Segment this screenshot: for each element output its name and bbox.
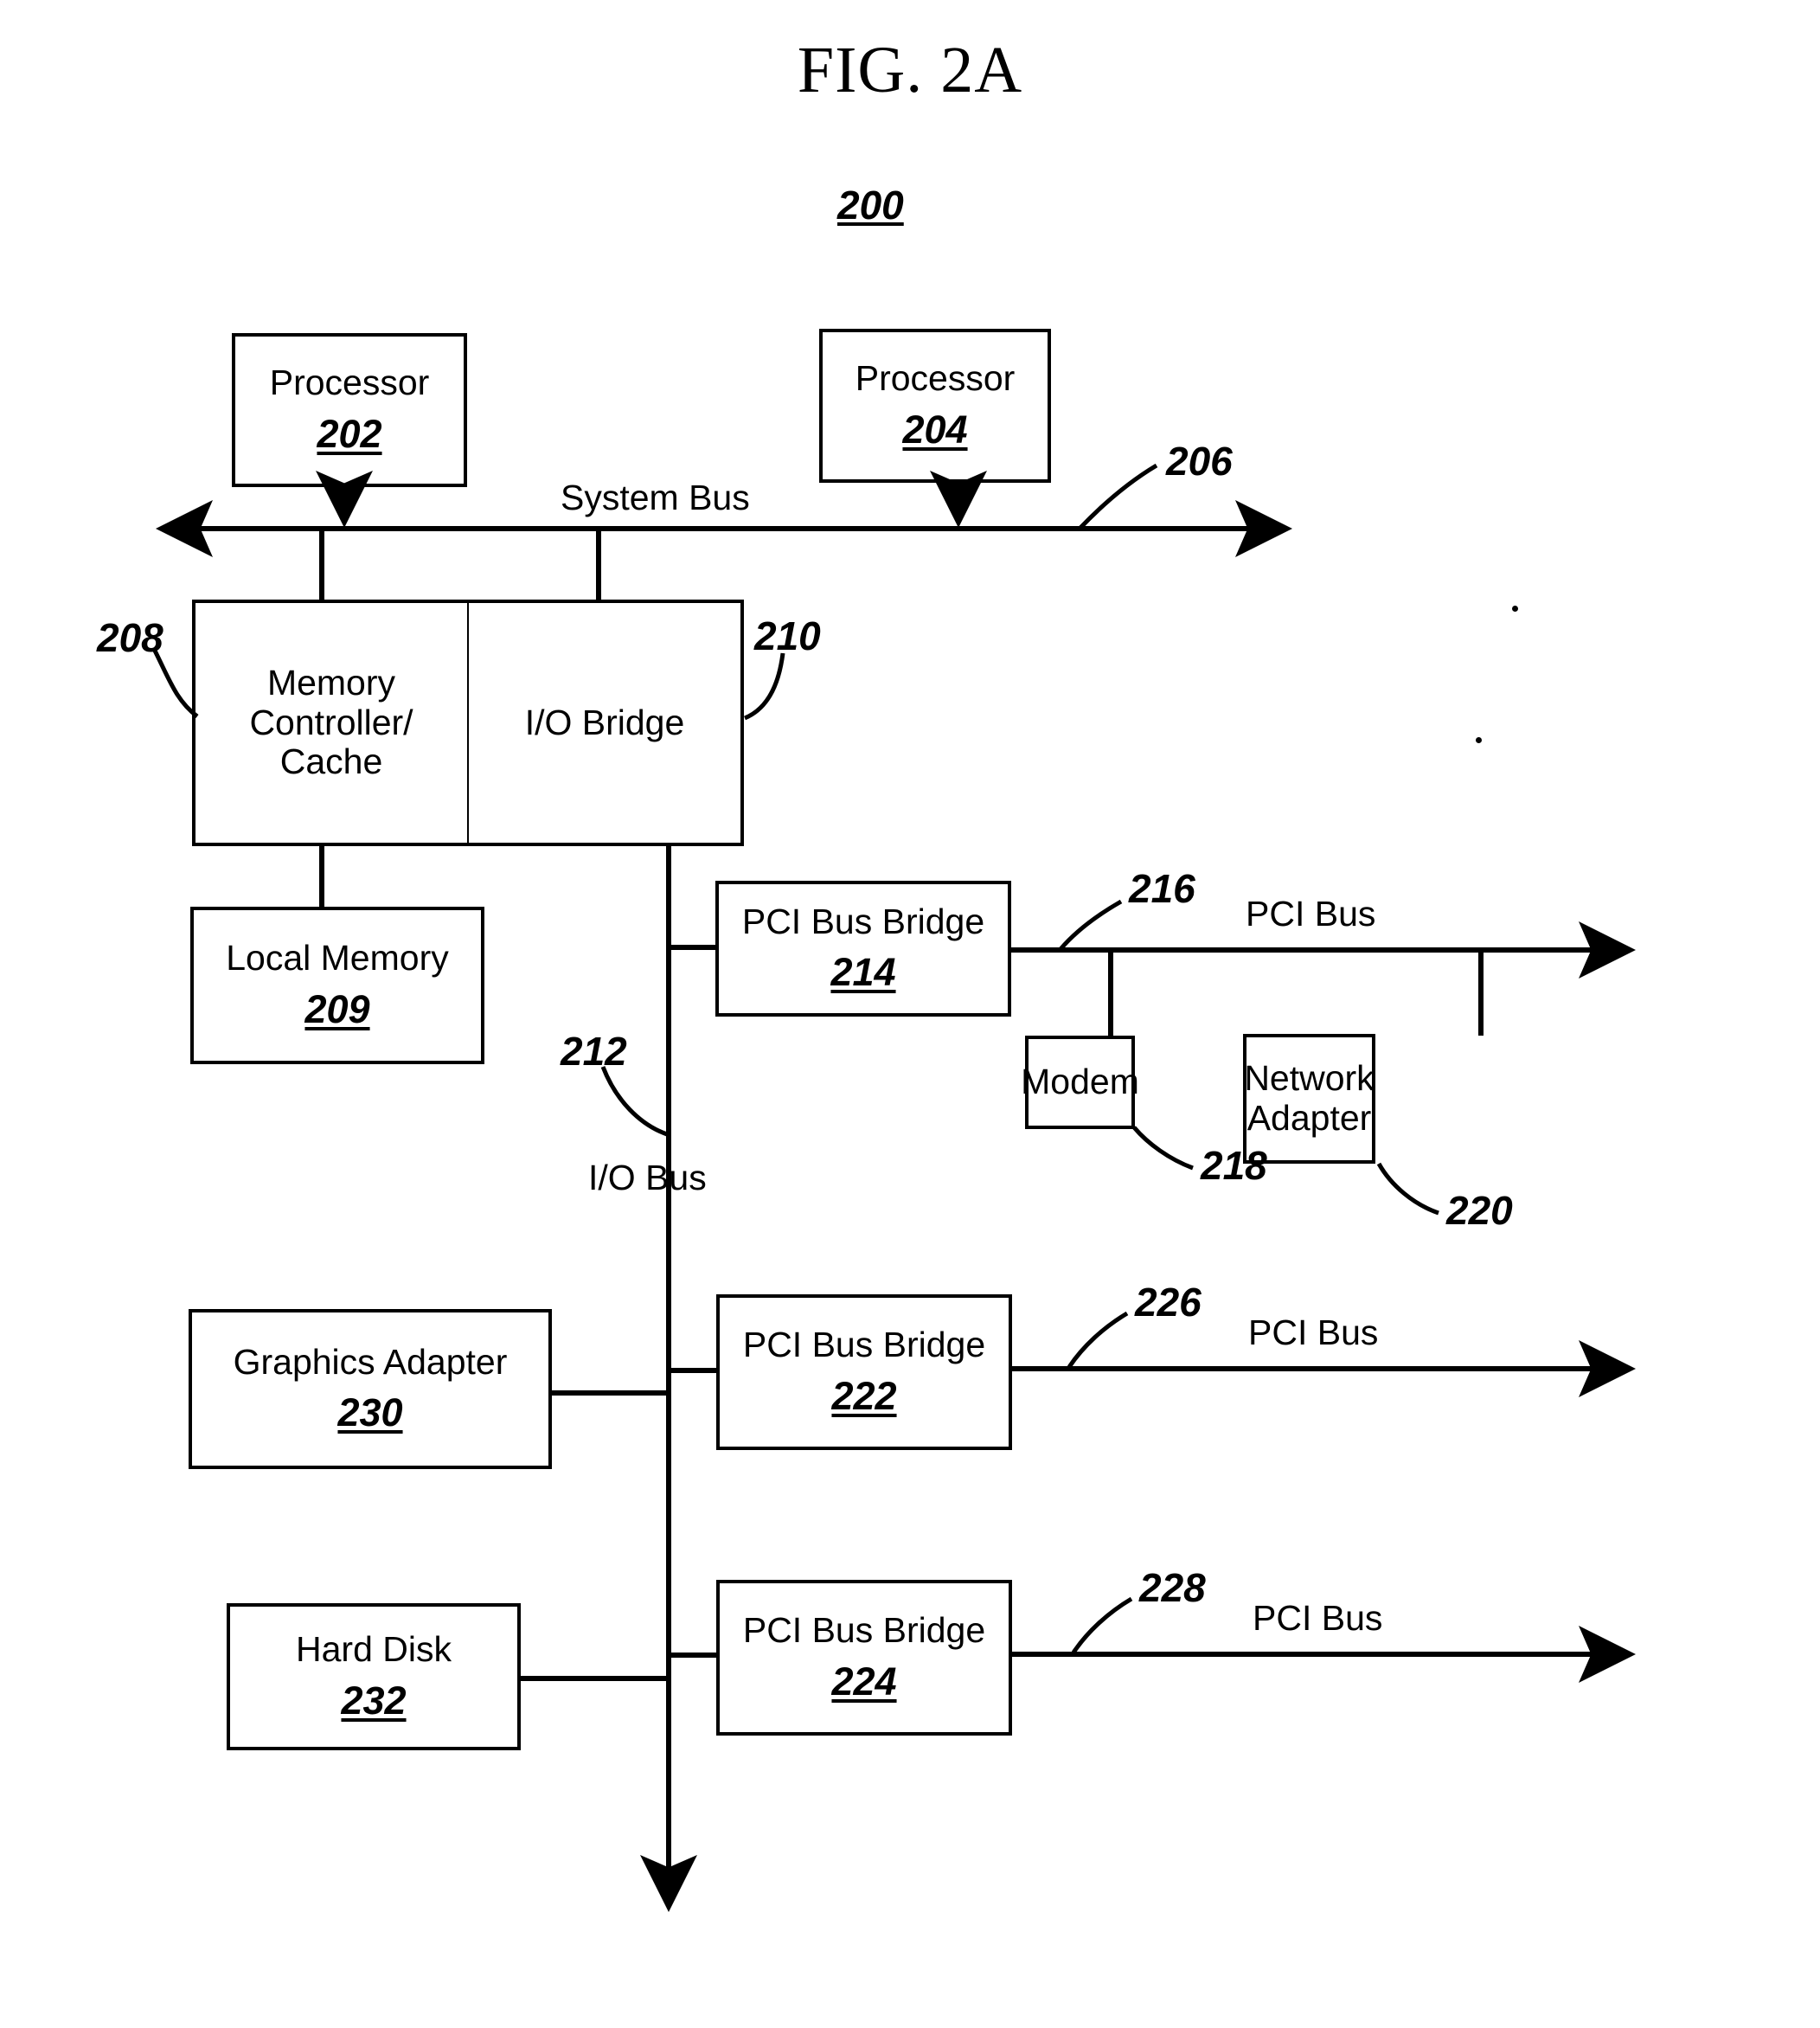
leader-220 (1376, 1162, 1439, 1216)
node-graphics-adapter-230: Graphics Adapter 230 (189, 1309, 552, 1469)
node-memory-controller-cache: Memory Controller/ Cache (192, 600, 469, 846)
reference-218: 218 (1201, 1143, 1267, 1188)
figure-reference-200: 200 (837, 183, 904, 228)
node-pci-bus-bridge-214: PCI Bus Bridge 214 (715, 881, 1011, 1017)
leader-226 (1067, 1311, 1129, 1369)
label-pci-bus-216: PCI Bus (1246, 894, 1376, 934)
node-hard-disk-232: Hard Disk 232 (227, 1603, 521, 1750)
node-label: Modem (1021, 1062, 1139, 1102)
node-modem: Modem (1021, 1036, 1139, 1129)
figure-title: FIG. 2A (797, 34, 1023, 106)
node-label: Hard Disk (296, 1629, 452, 1670)
reference-206: 206 (1166, 439, 1233, 484)
label-pci-bus-226: PCI Bus (1248, 1312, 1379, 1352)
node-io-bridge: I/O Bridge (467, 600, 744, 846)
node-label: Memory Controller/ Cache (249, 662, 413, 782)
node-label: Network Adapter (1244, 1058, 1375, 1138)
label-system-bus: System Bus (561, 478, 750, 517)
node-reference: 232 (341, 1678, 407, 1723)
node-reference: 202 (317, 411, 382, 456)
leader-216 (1059, 899, 1123, 951)
leader-210 (743, 652, 785, 721)
reference-208: 208 (97, 615, 163, 660)
leader-228 (1071, 1596, 1133, 1654)
node-processor-202: Processor 202 (232, 333, 467, 487)
node-pci-bus-bridge-222: PCI Bus Bridge 222 (716, 1294, 1012, 1450)
node-label: PCI Bus Bridge (742, 1325, 986, 1365)
figure-page: FIG. 2A 200 Processor 202 Processor 204 … (0, 0, 1820, 2028)
node-reference: 230 (337, 1390, 403, 1435)
node-reference: 214 (830, 950, 896, 995)
node-label: Local Memory (226, 938, 449, 979)
node-reference: 222 (831, 1373, 897, 1418)
reference-210: 210 (754, 613, 821, 658)
node-label: Processor (269, 363, 430, 403)
reference-220: 220 (1446, 1188, 1513, 1233)
node-reference: 224 (831, 1659, 897, 1704)
label-pci-bus-228: PCI Bus (1253, 1598, 1383, 1638)
reference-216: 216 (1129, 866, 1195, 911)
node-label: Processor (855, 358, 1016, 399)
node-processor-204: Processor 204 (819, 329, 1051, 483)
node-reference: 204 (902, 407, 968, 452)
node-local-memory-209: Local Memory 209 (190, 907, 484, 1064)
reference-226: 226 (1135, 1280, 1202, 1325)
node-reference: 209 (304, 986, 370, 1031)
scan-speck (1476, 737, 1482, 743)
label-io-bus: I/O Bus (588, 1158, 707, 1197)
node-pci-bus-bridge-224: PCI Bus Bridge 224 (716, 1580, 1012, 1736)
leader-212 (600, 1066, 668, 1137)
reference-212: 212 (561, 1029, 627, 1074)
node-label: I/O Bridge (524, 702, 685, 742)
node-label: PCI Bus Bridge (741, 901, 985, 941)
leader-206 (1078, 463, 1158, 530)
node-label: Graphics Adapter (233, 1341, 508, 1382)
leader-218 (1132, 1126, 1194, 1171)
reference-228: 228 (1139, 1565, 1206, 1610)
scan-speck (1512, 606, 1518, 612)
node-label: PCI Bus Bridge (742, 1610, 986, 1651)
